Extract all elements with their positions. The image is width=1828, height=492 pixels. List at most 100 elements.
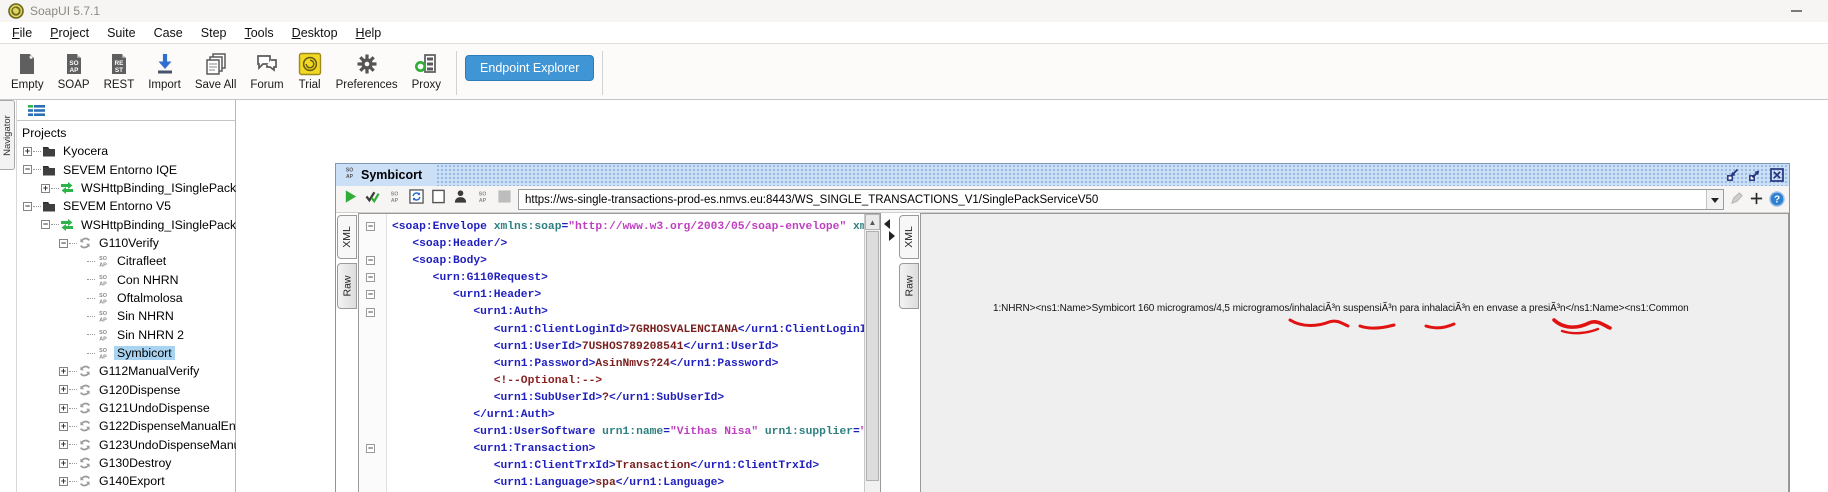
request-code[interactable]: <soap:Envelope xmlns:soap="http://www.w3… — [392, 219, 864, 492]
expand-toggle-icon[interactable]: + — [23, 146, 32, 156]
expand-toggle-icon[interactable]: + — [59, 366, 68, 376]
toolbar-trial-button[interactable]: Trial — [291, 49, 329, 93]
tree-item[interactable]: + G121UndoDispense — [17, 399, 235, 417]
toolbar-saveall-button[interactable]: Save All — [188, 49, 244, 93]
tree-item[interactable]: + WSHttpBinding_ISinglePackServices — [17, 179, 283, 197]
endpoint-explorer-button[interactable]: Endpoint Explorer — [465, 55, 595, 81]
tree-item[interactable]: SO AP Sin NHRN — [17, 307, 235, 325]
endpoint-dropdown-button[interactable] — [1706, 190, 1723, 209]
resubmit-button[interactable] — [364, 190, 381, 207]
toolbar-proxy-button[interactable]: Proxy — [405, 49, 448, 93]
expand-toggle-icon[interactable]: + — [59, 458, 68, 468]
panel-splitter[interactable] — [881, 213, 898, 492]
fold-toggle-icon[interactable]: − — [366, 273, 375, 283]
frame-maximize-icon[interactable] — [1747, 167, 1763, 183]
tree-item[interactable]: + G123UndoDispenseManualEntry — [17, 436, 279, 454]
window-minimize-icon[interactable] — [1791, 10, 1802, 12]
expand-toggle-icon[interactable]: + — [59, 421, 68, 431]
addtestcase-button[interactable] — [452, 189, 469, 207]
tree-item[interactable]: − SEVEM Entorno V5 — [17, 197, 235, 215]
fold-toggle-icon[interactable]: − — [366, 307, 375, 317]
collapse-toggle-icon[interactable]: − — [59, 238, 68, 248]
tree-item[interactable]: − SEVEM Entorno IQE — [17, 161, 235, 179]
request-window-symbicort: SO AP Symbicort SO AP SO AP https://ws-singl… — [335, 163, 1790, 492]
toolbar-rest-button[interactable]: RE ST * REST — [97, 49, 142, 93]
operation-icon — [78, 383, 92, 397]
tree-item[interactable]: + G140Export — [17, 472, 235, 490]
tree-item[interactable]: SO AP Citrafleet — [17, 252, 235, 270]
menu-suite[interactable]: Suite — [98, 24, 145, 42]
response-tab-raw[interactable]: Raw — [899, 263, 919, 309]
fold-toggle-icon[interactable]: − — [366, 444, 375, 454]
toolbar-empty-button[interactable]: * Empty — [4, 49, 51, 93]
expand-toggle-icon[interactable]: + — [59, 440, 68, 450]
menu-help[interactable]: Help — [347, 24, 391, 42]
collapse-toggle-icon[interactable]: − — [23, 201, 32, 211]
import-icon — [153, 51, 177, 77]
tree-item[interactable]: + G122DispenseManualEntry — [17, 417, 249, 435]
frame-close-icon[interactable] — [1769, 167, 1785, 183]
collapse-toggle-icon[interactable]: − — [23, 165, 32, 175]
toolbar-empty-label: Empty — [11, 79, 44, 91]
menu-file[interactable]: File — [3, 24, 41, 42]
response-tab-xml[interactable]: XML — [899, 215, 919, 259]
fold-toggle-icon[interactable]: − — [366, 256, 375, 266]
toolbar-soap-button[interactable]: SO AP * SOAP — [51, 49, 97, 93]
request-editor[interactable]: − − − − − − <soap:Envelope xmlns:soap="http:/… — [358, 213, 881, 492]
tree-item[interactable]: Projects — [17, 124, 235, 142]
help-button[interactable]: ? — [1768, 190, 1785, 207]
tree-item[interactable]: SO AP Con NHRN — [17, 271, 235, 289]
menu-step[interactable]: Step — [192, 24, 236, 42]
tree-item[interactable]: SO AP Symbicort — [17, 344, 235, 362]
tree-item[interactable]: + G130Destroy — [17, 454, 235, 472]
menubar: File Project Suite Case Step Tools Desktop Help — [0, 22, 1828, 44]
endpoint-url[interactable]: https://ws-single-transactions-prod-es.n… — [519, 194, 1706, 206]
window-title: SoapUI 5.7.1 — [30, 4, 101, 18]
collapse-right-icon[interactable] — [889, 231, 895, 241]
collapse-left-icon[interactable] — [884, 219, 890, 229]
toolbar-import-button[interactable]: Import — [141, 49, 188, 93]
frame-minimize-icon[interactable] — [1725, 167, 1741, 183]
menu-tools[interactable]: Tools — [235, 24, 282, 42]
clear-button[interactable] — [430, 189, 447, 207]
request-window-titlebar[interactable]: SO AP Symbicort — [336, 164, 1789, 186]
toolbar-forum-label: Forum — [250, 79, 284, 91]
toolbar-preferences-button[interactable]: Preferences — [329, 49, 405, 93]
tree-item[interactable]: − WSHttpBinding_ISinglePackServices — [17, 216, 283, 234]
tree-item[interactable]: + G120Dispense — [17, 381, 235, 399]
submit-button[interactable] — [342, 189, 359, 207]
response-pane[interactable]: 1:NHRN><ns1:Name>Symbicort 160 microgram… — [920, 213, 1789, 492]
scrollbar-thumb[interactable] — [866, 231, 879, 481]
menu-project[interactable]: Project — [41, 24, 98, 42]
toolbar-forum-button[interactable]: Forum — [243, 49, 290, 93]
expand-toggle-icon[interactable]: + — [59, 476, 68, 486]
recreate-button[interactable]: SO AP — [386, 190, 403, 207]
collapse-toggle-icon[interactable]: − — [41, 220, 50, 230]
red-underline-mark — [1552, 318, 1612, 330]
tree-item[interactable]: SO AP Sin NHRN 2 — [17, 326, 235, 344]
add-endpoint-button[interactable] — [1748, 190, 1765, 207]
extra-button[interactable] — [496, 189, 513, 207]
endpoint-url-combo[interactable]: https://ws-single-transactions-prod-es.n… — [518, 189, 1724, 210]
navigator-side-tab[interactable]: Navigator — [0, 100, 15, 170]
request-tab-raw[interactable]: Raw — [337, 263, 357, 309]
request-view-tabs: XML Raw — [336, 213, 358, 492]
tabbed-desktop-icon[interactable] — [28, 104, 46, 117]
tree-item[interactable]: − G110Verify — [17, 234, 235, 252]
expand-toggle-icon[interactable]: + — [59, 403, 68, 413]
tree-item[interactable]: SO AP Oftalmolosa — [17, 289, 235, 307]
svg-text:AP: AP — [479, 198, 487, 204]
menu-desktop[interactable]: Desktop — [283, 24, 347, 42]
tree-item[interactable]: + Kyocera — [17, 142, 235, 160]
soapaction-button[interactable]: SO AP — [474, 190, 491, 207]
scroll-up-icon[interactable]: ▲ — [865, 214, 880, 230]
menu-case[interactable]: Case — [145, 24, 192, 42]
tree-item[interactable]: + G112ManualVerify — [17, 362, 235, 380]
fold-toggle-icon[interactable]: − — [366, 222, 375, 231]
expand-toggle-icon[interactable]: + — [59, 385, 68, 395]
expand-toggle-icon[interactable]: + — [41, 183, 50, 193]
refresh-button[interactable] — [408, 188, 425, 207]
request-tab-xml[interactable]: XML — [337, 215, 357, 259]
request-scrollbar[interactable]: ▲ — [864, 214, 880, 492]
fold-toggle-icon[interactable]: − — [366, 290, 375, 300]
